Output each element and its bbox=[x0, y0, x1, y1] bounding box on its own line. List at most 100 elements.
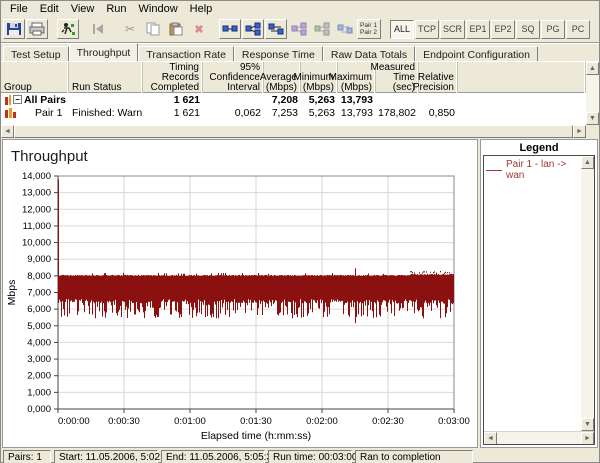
y-tick-label: 10,000 bbox=[22, 238, 51, 249]
mode-button-pg[interactable]: PG bbox=[541, 20, 565, 39]
x-tick-label: 0:02:00 bbox=[306, 416, 338, 427]
y-tick-label: 11,000 bbox=[23, 221, 51, 232]
col-confidence: 95% Confidence Interval bbox=[203, 62, 264, 94]
replicate-pair-icon bbox=[337, 23, 353, 35]
legend-scroll-left-icon[interactable]: ◄ bbox=[484, 432, 497, 445]
legend-vertical-scrollbar[interactable]: ▲ ▼ bbox=[581, 156, 594, 431]
multicast-member-icon bbox=[314, 22, 330, 36]
y-tick-label: 0,000 bbox=[27, 404, 51, 415]
legend-scroll-right-icon[interactable]: ► bbox=[581, 432, 594, 445]
x-tick-label: 0:03:00 bbox=[438, 416, 470, 427]
replicate-pair-button[interactable] bbox=[334, 19, 356, 39]
all-pairs-timing-records: 1 621 bbox=[143, 94, 203, 106]
table-scroll-left-icon[interactable]: ◄ bbox=[1, 125, 14, 138]
y-axis-label: Mbps bbox=[6, 280, 18, 306]
mode-button-pc[interactable]: PC bbox=[566, 20, 590, 39]
table-vertical-scrollbar[interactable]: ▲ ▼ bbox=[586, 62, 599, 125]
add-pair-button[interactable] bbox=[219, 19, 241, 39]
add-multiple-pairs-icon bbox=[245, 22, 261, 36]
y-tick-label: 6,000 bbox=[27, 304, 51, 315]
paste-button[interactable] bbox=[165, 19, 187, 39]
print-button[interactable] bbox=[26, 19, 48, 39]
add-pair-icon bbox=[222, 23, 238, 35]
tab-response-time[interactable]: Response Time bbox=[234, 46, 323, 61]
status-result: Ran to completion bbox=[355, 450, 473, 463]
x-axis-label: Elapsed time (h:mm:ss) bbox=[201, 430, 311, 442]
y-tick-label: 3,000 bbox=[27, 354, 51, 365]
tab-endpoint-configuration[interactable]: Endpoint Configuration bbox=[415, 46, 538, 61]
toolbar: ✂ ✖ bbox=[1, 16, 599, 42]
table-horizontal-scrollbar[interactable]: ◄ ► bbox=[1, 125, 599, 138]
copy-button[interactable] bbox=[142, 19, 164, 39]
multicast-member-button[interactable] bbox=[311, 19, 333, 39]
save-button[interactable] bbox=[3, 19, 25, 39]
collapse-all-pairs-icon[interactable]: − bbox=[13, 95, 22, 104]
results-table: Group Run Status Timing Records Complete… bbox=[1, 62, 599, 125]
run-test-button[interactable] bbox=[57, 19, 79, 39]
legend-horizontal-scrollbar[interactable]: ◄ ► bbox=[484, 431, 594, 444]
mode-button-scr[interactable]: SCR bbox=[440, 20, 465, 39]
pair1-average: 7,253 bbox=[264, 107, 301, 119]
y-tick-label: 7,000 bbox=[27, 288, 51, 299]
pair-view-button[interactable]: Pair 1 Pair 2 bbox=[357, 19, 381, 39]
y-tick-label: 8,000 bbox=[27, 271, 51, 282]
mode-button-ep2[interactable]: EP2 bbox=[491, 20, 515, 39]
menu-run[interactable]: Run bbox=[101, 3, 131, 15]
mode-button-all[interactable]: ALL bbox=[390, 20, 414, 39]
add-multiple-pairs-button[interactable] bbox=[242, 19, 264, 39]
col-timing-records: Timing Records Completed bbox=[143, 62, 203, 94]
tab-test-setup[interactable]: Test Setup bbox=[3, 46, 69, 61]
delete-button[interactable]: ✖ bbox=[188, 19, 210, 39]
menu-edit[interactable]: Edit bbox=[35, 3, 64, 15]
table-hscroll-thumb[interactable] bbox=[14, 125, 573, 138]
tab-raw-data-totals[interactable]: Raw Data Totals bbox=[323, 46, 415, 61]
x-tick-label: 0:00:00 bbox=[58, 416, 90, 427]
stop-icon bbox=[91, 23, 107, 35]
y-tick-label: 13,000 bbox=[22, 188, 51, 199]
delete-icon: ✖ bbox=[194, 23, 203, 36]
mode-button-tcp[interactable]: TCP bbox=[415, 20, 439, 39]
y-tick-label: 12,000 bbox=[22, 204, 51, 215]
mode-button-sq[interactable]: SQ bbox=[516, 20, 540, 39]
legend-scroll-down-icon[interactable]: ▼ bbox=[581, 418, 594, 431]
menu-help[interactable]: Help bbox=[185, 3, 218, 15]
scrollbar-corner bbox=[586, 125, 599, 138]
legend-panel: Legend Pair 1 - lan -> wan ▲ ▼ ◄ ► bbox=[480, 139, 598, 448]
all-pairs-average: 7,208 bbox=[264, 94, 301, 106]
copy-icon bbox=[146, 22, 160, 36]
multicast-group-icon bbox=[291, 22, 307, 36]
throughput-chart-panel: 0,0001,0002,0003,0004,0005,0006,0007,000… bbox=[2, 139, 478, 448]
pair1-precision: 0,850 bbox=[419, 107, 458, 119]
edit-pair-icon bbox=[268, 23, 284, 35]
status-start: Start: 11.05.2006, 5:02:38 bbox=[54, 450, 158, 463]
cut-button[interactable]: ✂ bbox=[119, 19, 141, 39]
table-scroll-right-icon[interactable]: ► bbox=[573, 125, 586, 138]
legend-scroll-up-icon[interactable]: ▲ bbox=[581, 156, 594, 169]
menu-file[interactable]: File bbox=[5, 3, 33, 15]
legend-entry-label: Pair 1 - lan -> wan bbox=[506, 159, 579, 181]
pair1-run-status: Finished: Warning(s) bbox=[69, 107, 143, 119]
edit-pair-button[interactable] bbox=[265, 19, 287, 39]
table-row-pair1[interactable]: Pair 1 Finished: Warning(s) 1 621 0,062 … bbox=[1, 106, 586, 119]
menu-view[interactable]: View bbox=[66, 3, 100, 15]
status-bar: Pairs: 1 Start: 11.05.2006, 5:02:38 End:… bbox=[1, 448, 599, 463]
y-tick-label: 4,000 bbox=[27, 337, 51, 348]
mode-button-ep1[interactable]: EP1 bbox=[466, 20, 490, 39]
table-scroll-down-icon[interactable]: ▼ bbox=[586, 112, 599, 125]
legend-title: Legend bbox=[481, 140, 597, 155]
tab-transaction-rate[interactable]: Transaction Rate bbox=[138, 46, 234, 61]
multicast-group-button[interactable] bbox=[288, 19, 310, 39]
table-row-all-pairs[interactable]: − All Pairs 1 621 7,208 5,263 13,793 bbox=[1, 93, 586, 106]
menu-window[interactable]: Window bbox=[134, 3, 183, 15]
stop-button[interactable] bbox=[88, 19, 110, 39]
series-dots bbox=[411, 271, 450, 274]
results-table-header: Group Run Status Timing Records Complete… bbox=[1, 62, 586, 93]
pair1-minimum: 5,263 bbox=[301, 107, 338, 119]
status-run-time: Run time: 00:03:00 bbox=[268, 450, 352, 463]
legend-box: Pair 1 - lan -> wan ▲ ▼ ◄ ► bbox=[483, 155, 595, 445]
legend-entry-pair1[interactable]: Pair 1 - lan -> wan bbox=[486, 159, 579, 181]
pair1-maximum: 13,793 bbox=[338, 107, 376, 119]
x-tick-label: 0:01:30 bbox=[240, 416, 272, 427]
tab-throughput[interactable]: Throughput bbox=[69, 43, 139, 61]
table-scroll-up-icon[interactable]: ▲ bbox=[586, 62, 599, 75]
